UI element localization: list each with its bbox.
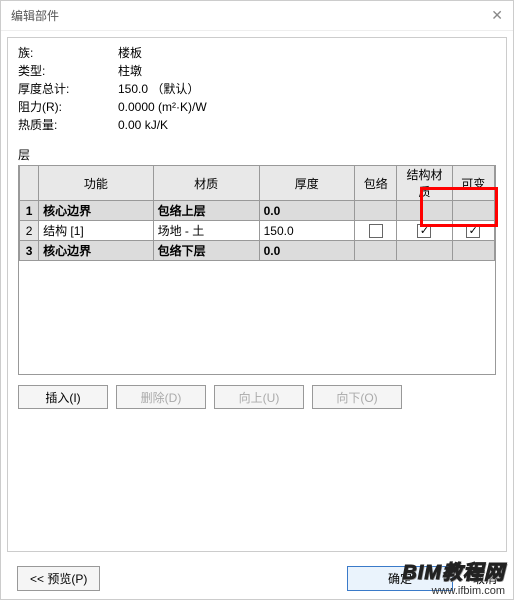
layers-table-wrap: 功能 材质 厚度 包络 结构材质 可变 1 核心边界 包络上层 0.0 [18,165,496,375]
checkbox-icon[interactable] [369,224,383,238]
header-wraps: 包络 [355,166,397,201]
table-row[interactable]: 2 结构 [1] 场地 - 土 150.0 ✓ ✓ [20,221,495,241]
cell-wraps[interactable] [355,221,397,241]
cell-variable[interactable]: ✓ [452,221,494,241]
dialog-body: 族:楼板 类型:柱墩 厚度总计:150.0 （默认） 阻力(R):0.0000 … [7,37,507,552]
header-variable: 可变 [452,166,494,201]
titlebar: 编辑部件 ✕ [1,1,513,31]
resistance-value: 0.0000 (m²·K)/W [118,98,496,116]
checkbox-icon[interactable]: ✓ [417,224,431,238]
up-button: 向上(U) [214,385,304,409]
delete-button: 删除(D) [116,385,206,409]
cell-structmat [397,201,452,221]
layers-table: 功能 材质 厚度 包络 结构材质 可变 1 核心边界 包络上层 0.0 [19,165,495,261]
cell-variable [452,241,494,261]
cell-wraps [355,201,397,221]
layers-label: 层 [18,146,496,163]
thermalmass-label: 热质量: [18,116,118,134]
family-label: 族: [18,44,118,62]
cell-function[interactable]: 核心边界 [39,241,154,261]
cell-material[interactable]: 包络下层 [153,241,259,261]
row-number: 2 [20,221,39,241]
cell-variable [452,201,494,221]
ok-button[interactable]: 确定 [347,566,453,591]
type-label: 类型: [18,62,118,80]
table-row[interactable]: 1 核心边界 包络上层 0.0 [20,201,495,221]
resistance-label: 阻力(R): [18,98,118,116]
row-number: 3 [20,241,39,261]
checkbox-icon[interactable]: ✓ [466,224,480,238]
header-structmat: 结构材质 [397,166,452,201]
dialog-window: 编辑部件 ✕ 族:楼板 类型:柱墩 厚度总计:150.0 （默认） 阻力(R):… [0,0,514,600]
cell-wraps [355,241,397,261]
dialog-title: 编辑部件 [11,7,59,24]
header-blank [20,166,39,201]
down-button: 向下(O) [312,385,402,409]
close-icon[interactable]: ✕ [491,7,503,24]
row-number: 1 [20,201,39,221]
family-value: 楼板 [118,44,496,62]
dialog-footer: << 预览(P) 确定 取消 BIM教程网 www.ifbim.com [1,558,513,599]
header-material: 材质 [153,166,259,201]
cell-thickness[interactable]: 0.0 [259,241,354,261]
cell-material[interactable]: 包络上层 [153,201,259,221]
cell-material[interactable]: 场地 - 土 [153,221,259,241]
table-header-row: 功能 材质 厚度 包络 结构材质 可变 [20,166,495,201]
thermalmass-value: 0.00 kJ/K [118,116,496,134]
header-thickness: 厚度 [259,166,354,201]
insert-button[interactable]: 插入(I) [18,385,108,409]
cell-function[interactable]: 结构 [1] [39,221,154,241]
properties-panel: 族:楼板 类型:柱墩 厚度总计:150.0 （默认） 阻力(R):0.0000 … [18,44,496,134]
cell-thickness[interactable]: 0.0 [259,201,354,221]
header-function: 功能 [39,166,154,201]
cell-thickness[interactable]: 150.0 [259,221,354,241]
table-row[interactable]: 3 核心边界 包络下层 0.0 [20,241,495,261]
cell-function[interactable]: 核心边界 [39,201,154,221]
row-buttons: 插入(I) 删除(D) 向上(U) 向下(O) [18,385,496,409]
cell-structmat [397,241,452,261]
cancel-button[interactable]: 取消 [473,570,497,587]
thickness-value: 150.0 （默认） [118,80,496,98]
cell-structmat[interactable]: ✓ [397,221,452,241]
preview-button[interactable]: << 预览(P) [17,566,100,591]
thickness-label: 厚度总计: [18,80,118,98]
type-value: 柱墩 [118,62,496,80]
